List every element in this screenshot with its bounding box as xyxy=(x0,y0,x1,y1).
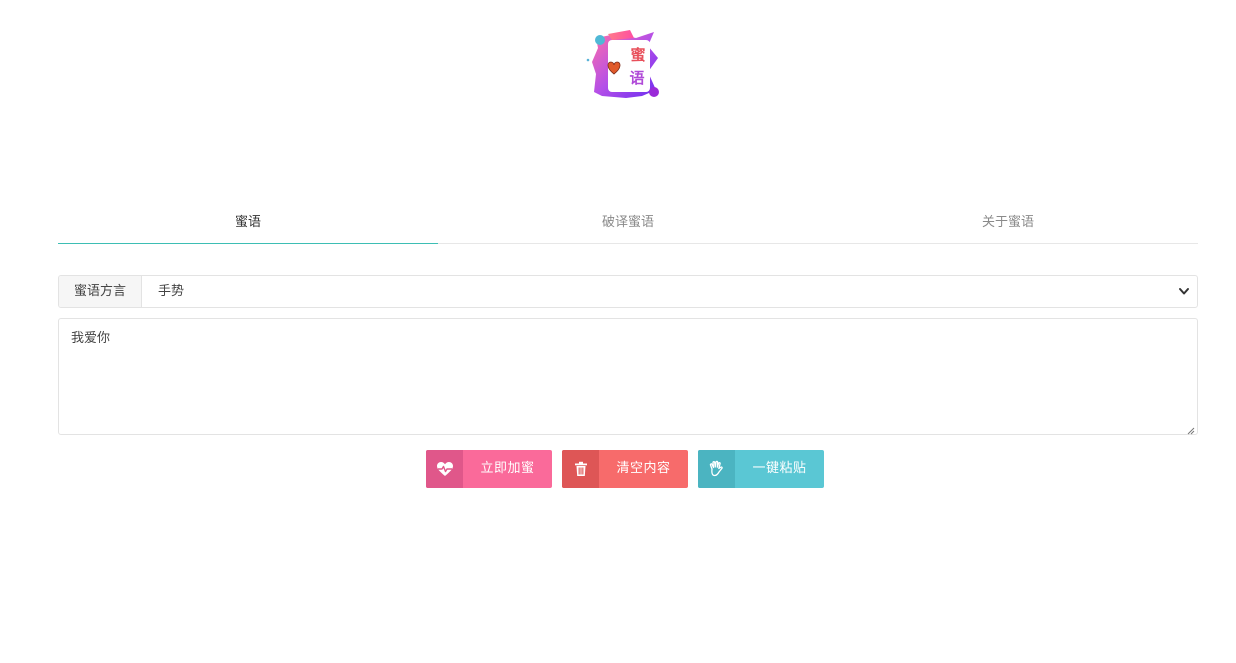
encrypt-button-label: 立即加蜜 xyxy=(480,461,535,476)
message-text: 我爱你 xyxy=(71,331,111,346)
paste-button[interactable]: 一键粘贴 xyxy=(698,450,824,488)
resize-handle[interactable] xyxy=(1187,424,1195,435)
tab-decode-miyu[interactable]: 破译蜜语 xyxy=(438,203,818,243)
tab-about-miyu[interactable]: 关于蜜语 xyxy=(818,203,1198,243)
dialect-label: 蜜语方言 xyxy=(59,276,142,307)
encrypt-button[interactable]: 立即加蜜 xyxy=(426,450,552,488)
chevron-down-icon xyxy=(1177,276,1191,307)
tab-miyu[interactable]: 蜜语 xyxy=(58,203,438,244)
dialect-select[interactable]: 手势 xyxy=(142,276,1197,307)
dialect-select-group: 蜜语方言 手势 xyxy=(58,275,1198,308)
app-logo: 蜜 语 xyxy=(586,28,664,102)
page: 蜜 语 蜜语 破译蜜语 关于蜜语 蜜语方言 手势 我爱你 立即加蜜 清空内容 一… xyxy=(0,0,1236,663)
heartbeat-icon xyxy=(426,450,463,488)
trash-icon xyxy=(562,450,599,488)
clear-button[interactable]: 清空内容 xyxy=(562,450,688,488)
logo-char-top: 蜜 xyxy=(630,46,645,64)
message-textarea[interactable]: 我爱你 xyxy=(58,318,1198,435)
paste-button-label: 一键粘贴 xyxy=(752,461,807,476)
logo-char-bottom: 语 xyxy=(629,69,644,87)
hand-icon xyxy=(698,450,735,488)
clear-button-label: 清空内容 xyxy=(616,461,671,476)
dialect-selected-value: 手势 xyxy=(158,284,185,299)
tab-bar: 蜜语 破译蜜语 关于蜜语 xyxy=(58,203,1198,244)
